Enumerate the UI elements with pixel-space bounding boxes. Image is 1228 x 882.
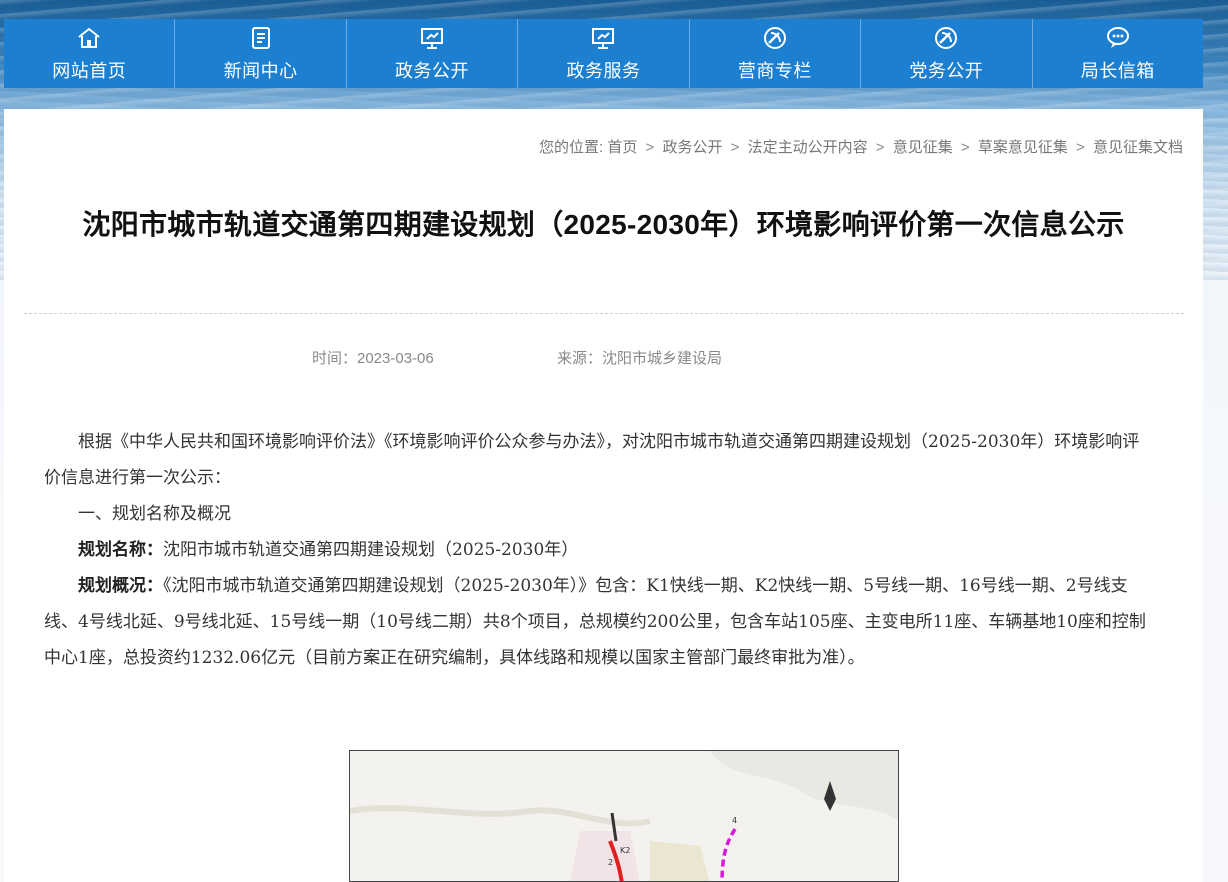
breadcrumb-link-draft-solicitation[interactable]: 草案意见征集 (978, 139, 1068, 156)
news-icon (251, 26, 270, 49)
breadcrumb-link-government-affairs[interactable]: 政务公开 (662, 139, 722, 156)
party-emblem-icon (763, 26, 786, 49)
breadcrumb-link-opinion-solicitation[interactable]: 意见征集 (893, 139, 953, 156)
route-map-drawing: K2 2 4 (350, 751, 898, 881)
nav-item-government-affairs[interactable]: 政务公开 (347, 19, 519, 88)
content-panel: 您的位置: 首页 > 政务公开 > 法定主动公开内容 > 意见征集 > 草案意见… (4, 109, 1203, 882)
breadcrumb: 您的位置: 首页 > 政务公开 > 法定主动公开内容 > 意见征集 > 草案意见… (539, 136, 1183, 157)
nav-item-label: 政务服务 (566, 60, 641, 81)
breadcrumb-link-solicitation-documents[interactable]: 意见征集文档 (1093, 139, 1183, 156)
main-navigation: 网站首页 新闻中心 政务公开 政务服务 营商专栏 党务公开 局长信箱 (4, 19, 1203, 88)
monitor-icon (421, 27, 444, 49)
breadcrumb-prefix: 您的位置: (539, 139, 604, 156)
nav-item-government-services[interactable]: 政务服务 (518, 19, 690, 88)
home-icon (78, 27, 100, 48)
nav-item-label: 党务公开 (909, 60, 984, 81)
breadcrumb-link-home[interactable]: 首页 (607, 139, 637, 156)
map-label-line-2: 2 (608, 858, 613, 867)
breadcrumb-separator: > (645, 139, 655, 156)
nav-item-director-mailbox[interactable]: 局长信箱 (1033, 19, 1203, 88)
breadcrumb-separator: > (960, 139, 970, 156)
article-body: 根据《中华人民共和国环境影响评价法》《环境影响评价公众参与办法》，对沈阳市城市轨… (44, 424, 1154, 676)
breadcrumb-separator: > (730, 139, 740, 156)
title-divider (24, 313, 1184, 314)
nav-item-news[interactable]: 新闻中心 (175, 19, 347, 88)
nav-item-home[interactable]: 网站首页 (4, 19, 176, 88)
plan-name-label: 规划名称： (78, 540, 163, 560)
plan-overview-value: 《沈阳市城市轨道交通第四期建设规划（2025-2030年）》包含：K1快线一期、… (44, 576, 1146, 668)
chat-icon (1106, 26, 1129, 48)
publish-source: 来源：沈阳市城乡建设局 (557, 350, 723, 367)
breadcrumb-link-statutory-disclosure[interactable]: 法定主动公开内容 (748, 139, 868, 156)
nav-item-label: 网站首页 (52, 60, 127, 81)
nav-item-business-column[interactable]: 营商专栏 (690, 19, 862, 88)
breadcrumb-separator: > (1076, 139, 1085, 156)
party-emblem-icon (935, 26, 958, 49)
plan-overview-paragraph: 规划概况：《沈阳市城市轨道交通第四期建设规划（2025-2030年）》包含：K1… (44, 568, 1154, 676)
monitor-icon (592, 27, 615, 49)
breadcrumb-separator: > (875, 139, 885, 156)
map-label-k2: K2 (620, 846, 630, 855)
page-title: 沈阳市城市轨道交通第四期建设规划（2025-2030年）环境影响评价第一次信息公… (82, 209, 1125, 240)
nav-item-label: 营商专栏 (737, 60, 812, 81)
nav-item-label: 新闻中心 (223, 60, 298, 81)
plan-name-value: 沈阳市城市轨道交通第四期建设规划（2025-2030年） (163, 540, 579, 560)
route-map-image: K2 2 4 (349, 750, 899, 882)
plan-overview-label: 规划概况： (78, 576, 163, 596)
nav-item-label: 局长信箱 (1080, 60, 1155, 81)
publish-time: 时间：2023-03-06 (312, 350, 434, 367)
section-heading: 一、规划名称及概况 (78, 504, 231, 524)
plan-name-paragraph: 规划名称：沈阳市城市轨道交通第四期建设规划（2025-2030年） (44, 532, 1154, 568)
nav-item-party-affairs[interactable]: 党务公开 (861, 19, 1033, 88)
map-label-line-4: 4 (732, 816, 737, 825)
intro-paragraph: 根据《中华人民共和国环境影响评价法》《环境影响评价公众参与办法》，对沈阳市城市轨… (44, 432, 1140, 488)
nav-item-label: 政务公开 (395, 60, 470, 81)
